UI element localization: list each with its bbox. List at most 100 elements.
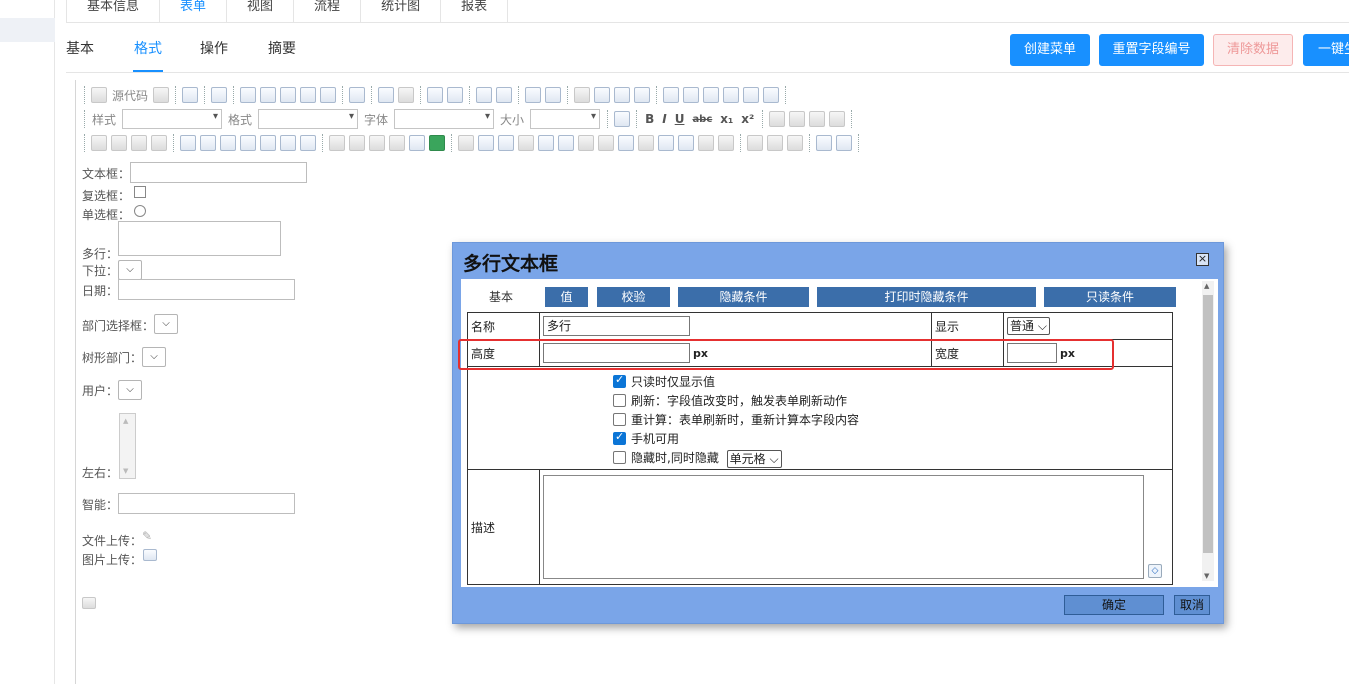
word-doc-icon[interactable] [618, 135, 634, 151]
qrcode-icon[interactable] [598, 135, 614, 151]
special-char-icon[interactable] [763, 87, 780, 103]
sample-user-select[interactable]: ⌵ [118, 380, 142, 400]
scroll-thumb[interactable] [1203, 295, 1213, 553]
template-icon[interactable] [211, 87, 228, 103]
checkbox-icon[interactable] [613, 373, 626, 388]
dept-field-icon[interactable] [220, 135, 236, 151]
height-input[interactable] [543, 343, 690, 363]
undo-icon[interactable] [378, 87, 395, 103]
sample-dept-select[interactable]: ⌵ [154, 314, 178, 334]
superscript-icon[interactable]: x² [741, 112, 754, 126]
cut-icon[interactable] [240, 87, 257, 103]
code-editor-icon[interactable]: ◇ [1148, 564, 1162, 578]
file-upload-pencil-icon[interactable]: ✎ [142, 529, 152, 543]
hidden-field-icon[interactable] [329, 135, 345, 151]
subscript-icon[interactable]: x₁ [720, 112, 733, 126]
gutter-selected-item[interactable] [0, 18, 55, 42]
find-icon[interactable] [427, 87, 444, 103]
name-input[interactable]: 多行 [543, 316, 690, 336]
dialog-tab-readonly-condition[interactable]: 只读条件 [1044, 287, 1176, 307]
sample-date-input[interactable] [118, 279, 295, 300]
radio-icon[interactable] [111, 135, 127, 151]
picture-field-icon[interactable] [498, 135, 514, 151]
subtab-format[interactable]: 格式 [133, 30, 163, 72]
anchor-icon[interactable] [787, 135, 803, 151]
source-code-button[interactable]: 源代码 [112, 87, 148, 104]
scroll-down-icon[interactable]: ▼ [1204, 572, 1209, 580]
tab-view[interactable]: 视图 [227, 0, 295, 23]
camera-icon[interactable] [518, 135, 534, 151]
scroll-up-icon[interactable]: ▲ [1204, 282, 1209, 290]
sample-checkbox[interactable] [134, 186, 146, 198]
label-field-icon[interactable] [369, 135, 385, 151]
ok-button[interactable]: 确定 [1064, 595, 1164, 615]
option-recalculate[interactable]: 重计算：表单刷新时，重新计算本字段内容 [613, 411, 859, 428]
replace-icon[interactable] [447, 87, 464, 103]
smiley-icon[interactable] [743, 87, 760, 103]
checkbox-icon[interactable] [613, 430, 626, 445]
sample-textarea[interactable] [118, 221, 281, 256]
image-upload-icon[interactable] [143, 549, 157, 561]
eraser-icon[interactable] [496, 87, 513, 103]
redo-icon[interactable] [398, 87, 415, 103]
option-mobile-available[interactable]: 手机可用 [613, 430, 679, 447]
paste-text-icon[interactable] [300, 87, 317, 103]
list-field-icon[interactable] [429, 135, 445, 151]
align-center-icon[interactable] [789, 111, 806, 127]
textarea-icon[interactable] [151, 135, 167, 151]
tab-flow[interactable]: 流程 [294, 0, 362, 23]
tab-form[interactable]: 表单 [160, 0, 228, 23]
layers-icon[interactable] [478, 135, 494, 151]
cancel-button[interactable]: 取消 [1174, 595, 1210, 615]
dialog-tab-value[interactable]: 值 [545, 287, 588, 307]
form-field-icon[interactable] [389, 135, 405, 151]
dialog-tab-hide-condition[interactable]: 隐藏条件 [678, 287, 809, 307]
stamp-icon[interactable] [678, 135, 694, 151]
microphone-icon[interactable] [578, 135, 594, 151]
style-select[interactable] [122, 109, 223, 129]
blockquote-icon[interactable] [614, 87, 631, 103]
sample-textbox[interactable] [130, 162, 307, 183]
text-color-icon[interactable] [816, 135, 832, 151]
org-tree-icon[interactable] [240, 135, 256, 151]
close-icon[interactable]: × [1196, 253, 1209, 266]
media-icon[interactable] [538, 135, 554, 151]
bulleted-list-icon[interactable] [545, 87, 562, 103]
tab-chart[interactable]: 统计图 [361, 0, 442, 23]
user-field-icon[interactable] [260, 135, 276, 151]
checkbox-icon[interactable] [613, 451, 626, 464]
strikethrough-icon[interactable]: abc [692, 114, 712, 125]
spellcheck-icon[interactable] [349, 87, 366, 103]
maximize-icon[interactable] [614, 111, 631, 127]
create-menu-button[interactable]: 创建菜单 [1010, 34, 1090, 66]
option-hide-together[interactable]: 隐藏时,同时隐藏 单元格 ⌵ [613, 449, 782, 468]
sample-dropdown[interactable]: ⌵ [118, 260, 142, 280]
web-icon[interactable] [638, 135, 654, 151]
display-select[interactable]: 普通 ⌵ [1007, 317, 1050, 335]
subtab-basic[interactable]: 基本 [66, 30, 94, 72]
tab-report[interactable]: 报表 [441, 0, 509, 23]
code-block-icon[interactable] [82, 597, 96, 609]
sample-radio[interactable] [134, 205, 146, 217]
save-icon[interactable] [153, 87, 170, 103]
underline-icon[interactable]: U [675, 112, 685, 126]
size-select[interactable] [530, 109, 601, 129]
date-field-icon[interactable] [200, 135, 216, 151]
indent-icon[interactable] [594, 87, 611, 103]
checkbox-icon[interactable] [613, 413, 626, 426]
left-right-field-icon[interactable] [280, 135, 296, 151]
link-icon[interactable] [747, 135, 763, 151]
format-select[interactable] [258, 109, 359, 129]
one-key-button[interactable]: 一键生 [1303, 34, 1349, 66]
italic-icon[interactable]: I [662, 112, 666, 126]
table-icon[interactable] [703, 87, 720, 103]
image-icon[interactable] [663, 87, 680, 103]
paste-word-icon[interactable] [320, 87, 337, 103]
unlink-icon[interactable] [767, 135, 783, 151]
dialog-tab-basic[interactable]: 基本 [465, 287, 537, 307]
dialog-tab-validation[interactable]: 校验 [597, 287, 670, 307]
numbered-list-icon[interactable] [525, 87, 542, 103]
outdent-icon[interactable] [574, 87, 591, 103]
paste-icon[interactable] [280, 87, 297, 103]
button-field-icon[interactable] [349, 135, 365, 151]
